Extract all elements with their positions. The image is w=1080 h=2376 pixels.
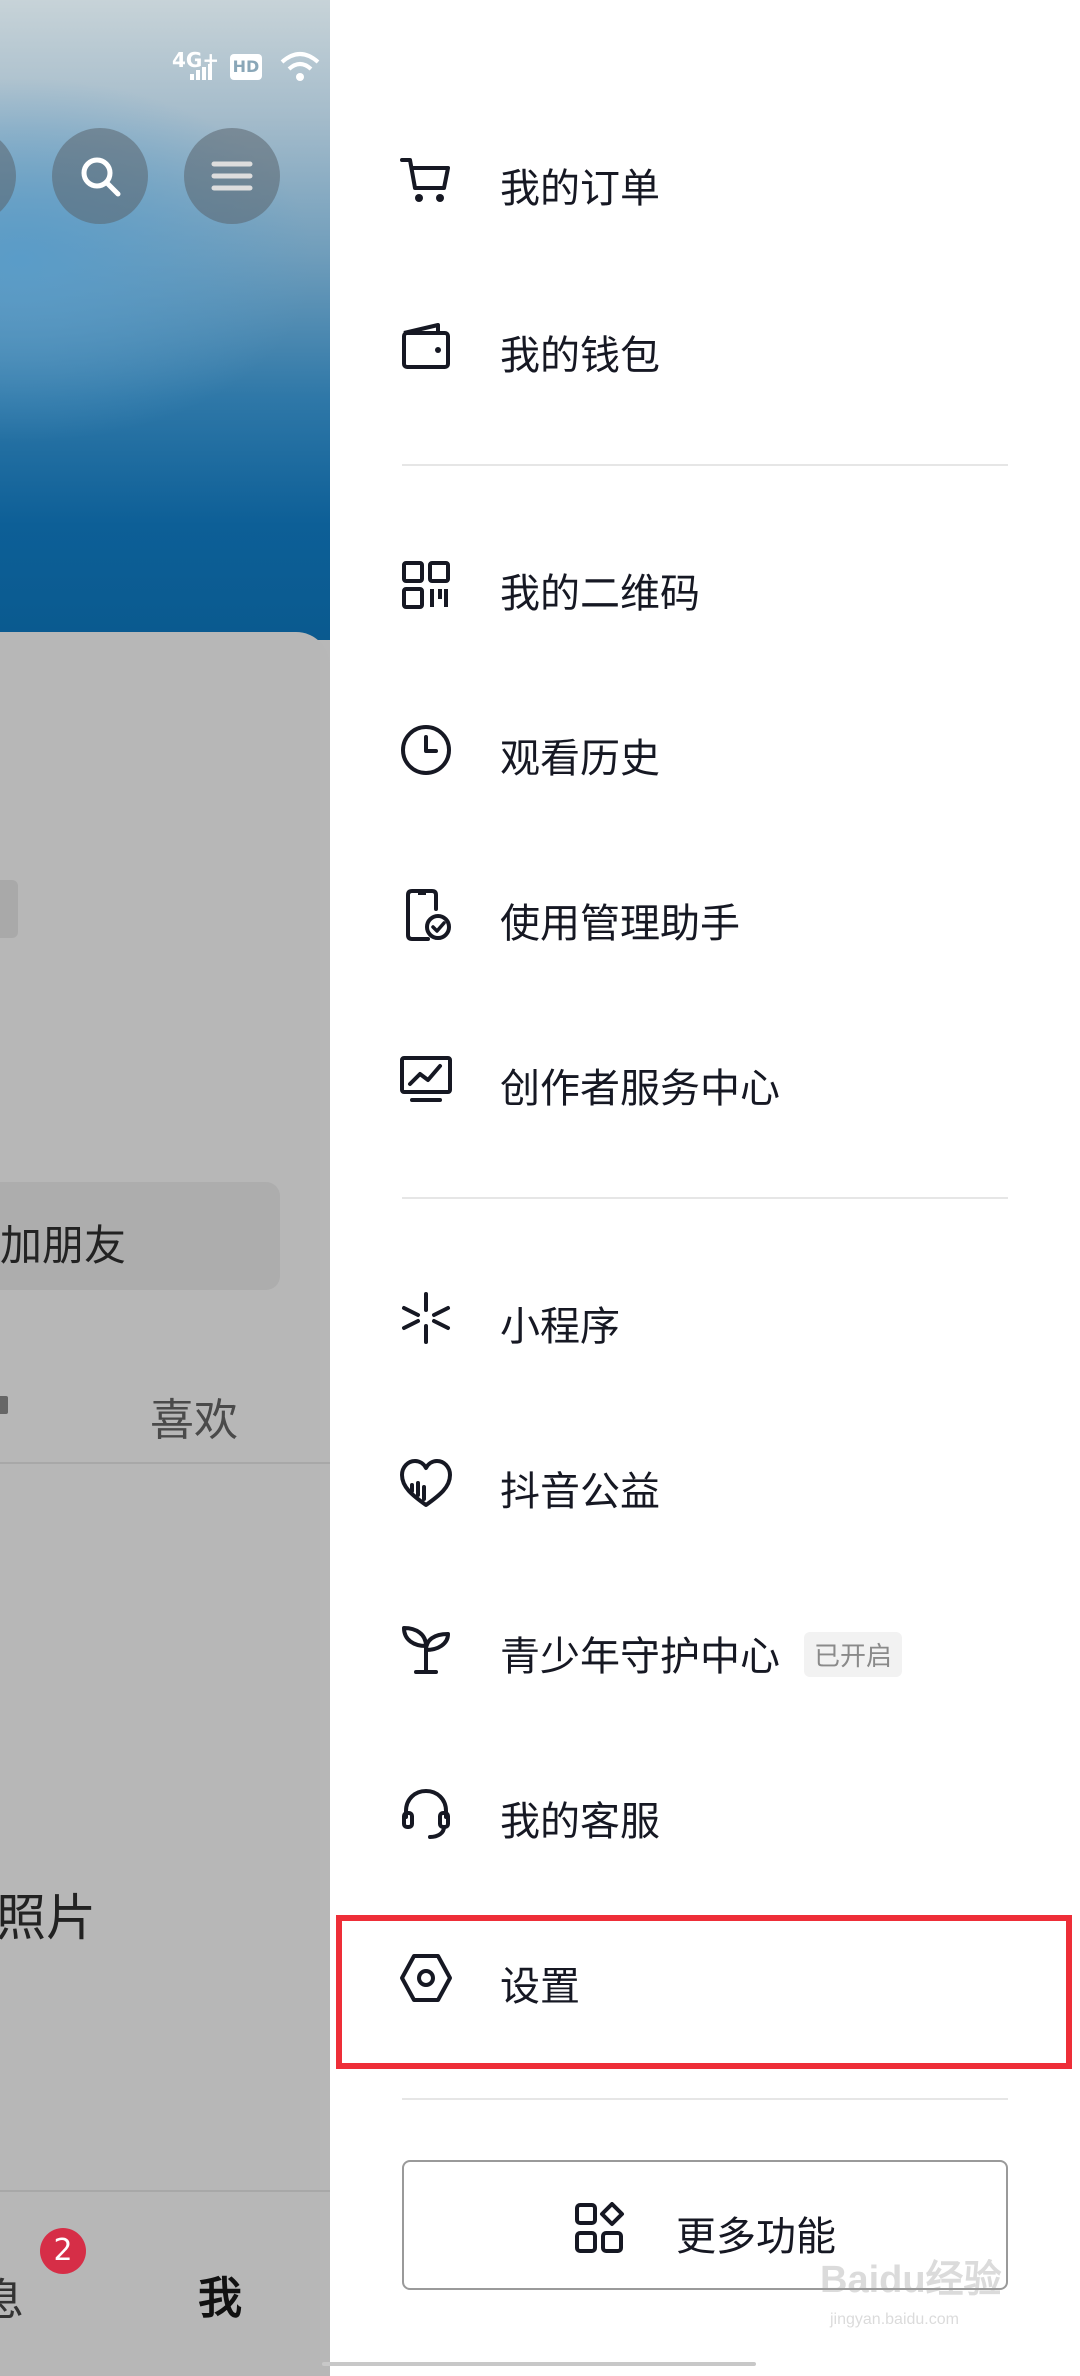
nav-me[interactable]: 我 — [198, 2262, 242, 2326]
search-icon — [81, 157, 121, 197]
wallet-icon — [402, 323, 450, 369]
background-profile-page[interactable]: 4G+ HD 加朋友 喜欢 照片 息 2 我 — [0, 0, 330, 2376]
menu-label: 抖音公益 — [500, 1469, 660, 1515]
menu-item-youth-protection[interactable]: 青少年守护中心 已开启 — [330, 1588, 1080, 1708]
heart-charity-icon — [400, 1459, 452, 1507]
settings-highlight-box — [336, 1915, 1072, 2069]
menu-divider — [402, 464, 1008, 466]
add-friend-button[interactable]: 加朋友 — [0, 1182, 280, 1290]
search-button[interactable] — [52, 128, 148, 224]
profile-tag — [0, 880, 18, 938]
menu-item-usage-assistant[interactable]: 使用管理助手 — [330, 855, 1080, 975]
side-drawer-menu: 我的订单 我的钱包 我的二维码 观看历史 使用管理助手 创作者服务中心 小程序 … — [330, 0, 1080, 2376]
hamburger-icon — [211, 161, 253, 191]
home-indicator[interactable] — [0, 2362, 1080, 2366]
qr-code-icon — [402, 561, 450, 609]
baidu-watermark: Baidu经验 jingyan.baidu.com — [820, 2259, 1002, 2328]
apps-grid-icon — [575, 2202, 624, 2253]
profile-card — [0, 632, 330, 2376]
hd-badge: HD — [230, 54, 262, 80]
menu-label: 观看历史 — [500, 736, 660, 782]
watermark-subtext: jingyan.baidu.com — [829, 2311, 959, 2328]
menu-label: 我的二维码 — [500, 571, 700, 617]
menu-label: 我的钱包 — [500, 333, 660, 379]
profile-cover-image — [0, 0, 330, 640]
menu-label: 青少年守护中心 — [500, 1634, 780, 1680]
cart-icon — [400, 158, 450, 202]
tab-likes[interactable]: 喜欢 — [150, 1384, 238, 1448]
menu-label: 我的订单 — [500, 166, 660, 212]
menu-label: 小程序 — [500, 1304, 620, 1350]
nav-messages[interactable]: 息 — [0, 2264, 24, 2328]
phone-check-icon — [406, 889, 451, 941]
add-friend-label: 加朋友 — [0, 1221, 127, 1270]
menu-item-wallet[interactable]: 我的钱包 — [330, 287, 1080, 407]
clock-icon — [401, 725, 451, 775]
wifi-icon — [280, 50, 320, 86]
menu-label: 创作者服务中心 — [500, 1066, 780, 1112]
headset-icon — [402, 1788, 450, 1839]
mini-program-icon — [402, 1292, 450, 1344]
tabs-divider — [0, 1462, 330, 1464]
menu-label: 我的客服 — [500, 1799, 660, 1845]
menu-item-orders[interactable]: 我的订单 — [330, 120, 1080, 240]
menu-button[interactable] — [184, 128, 280, 224]
menu-divider — [402, 2098, 1008, 2100]
menu-label: 使用管理助手 — [500, 901, 740, 947]
monitor-chart-icon — [400, 1056, 452, 1102]
signal-icon — [190, 64, 214, 84]
menu-item-charity[interactable]: 抖音公益 — [330, 1423, 1080, 1543]
sprout-icon — [402, 1626, 450, 1674]
menu-item-qr-code[interactable]: 我的二维码 — [330, 525, 1080, 645]
bottom-nav-divider — [0, 2190, 330, 2192]
watermark-text: Baidu经验 — [820, 2259, 1002, 2301]
menu-item-watch-history[interactable]: 观看历史 — [330, 690, 1080, 810]
menu-item-creator-center[interactable]: 创作者服务中心 — [330, 1020, 1080, 1140]
photo-label: 照片 — [0, 1889, 96, 1947]
enabled-tag: 已开启 — [804, 1632, 903, 1677]
messages-badge: 2 — [40, 2228, 86, 2274]
menu-divider — [402, 1197, 1008, 1199]
menu-item-customer-service[interactable]: 我的客服 — [330, 1753, 1080, 1873]
lock-icon — [0, 1396, 8, 1414]
menu-item-mini-programs[interactable]: 小程序 — [330, 1258, 1080, 1378]
